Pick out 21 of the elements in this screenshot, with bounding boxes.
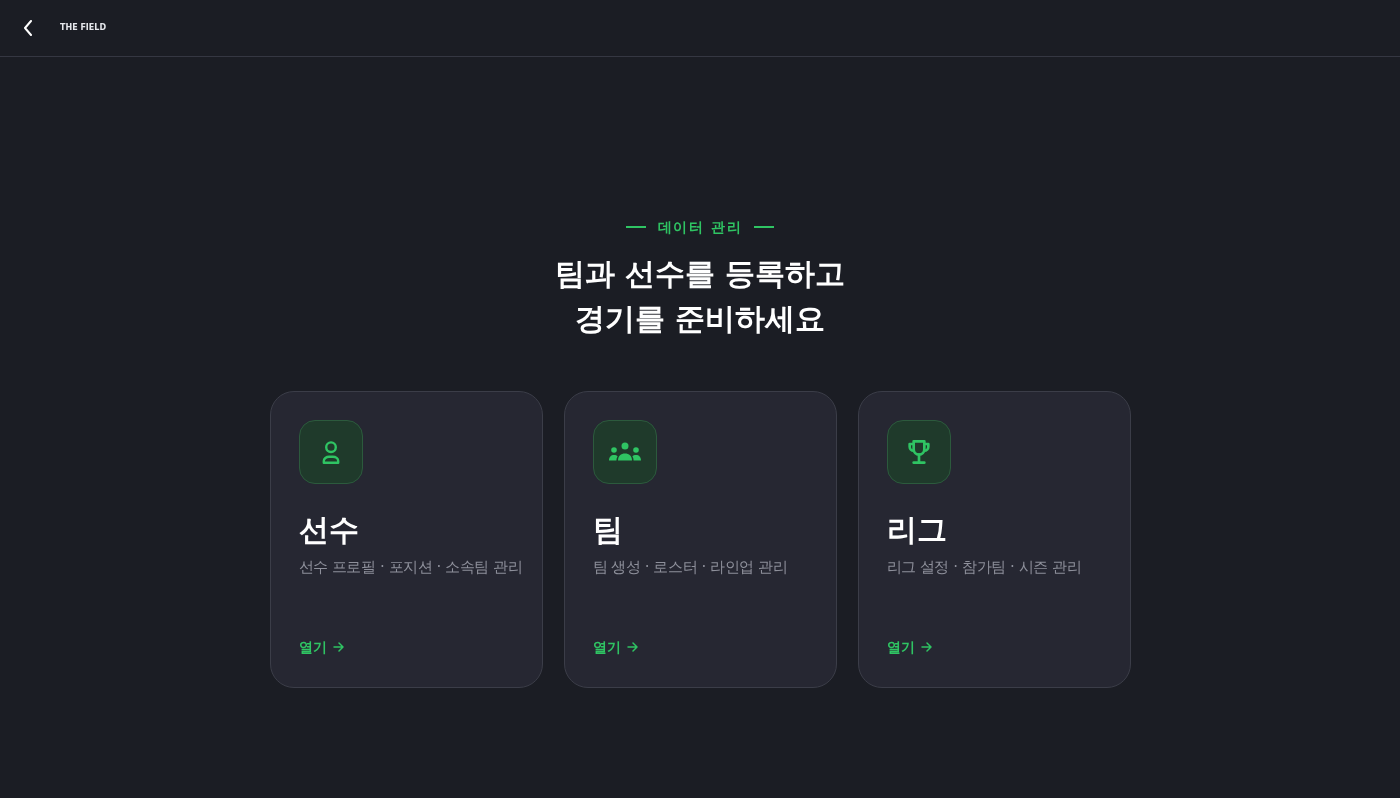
open-link[interactable]: 열기 <box>886 637 932 657</box>
open-link[interactable]: 열기 <box>298 637 344 657</box>
arrow-right-icon <box>920 642 932 652</box>
card-title: 리그 <box>886 511 948 549</box>
arrow-right-icon <box>626 642 638 652</box>
category-card[interactable]: 팀 팀 생성 · 로스터 · 라인업 관리 열기 <box>563 391 837 688</box>
open-link[interactable]: 열기 <box>592 637 638 657</box>
card-description: 팀 생성 · 로스터 · 라인업 관리 <box>592 557 789 578</box>
group-icon <box>608 442 641 462</box>
brand-name: THE FIELD <box>60 24 107 32</box>
card-title: 선수 <box>298 511 360 549</box>
page-heading: 팀과 선수를 등록하고 경기를 준비하세요 <box>554 255 846 338</box>
card-description: 선수 프로필 · 포지션 · 소속팀 관리 <box>298 557 524 578</box>
back-chevron-icon <box>23 20 33 36</box>
trophy-icon <box>906 440 931 464</box>
card-description: 리그 설정 · 참가팀 · 시즌 관리 <box>886 557 1083 578</box>
arrow-right-icon <box>332 642 344 652</box>
card-title: 팀 <box>592 511 624 549</box>
category-card[interactable]: 리그 리그 설정 · 참가팀 · 시즌 관리 열기 <box>857 391 1131 688</box>
category-card[interactable]: 선수 선수 프로필 · 포지션 · 소속팀 관리 열기 <box>269 391 543 688</box>
section-eyebrow: 데이터 관리 <box>657 218 743 237</box>
